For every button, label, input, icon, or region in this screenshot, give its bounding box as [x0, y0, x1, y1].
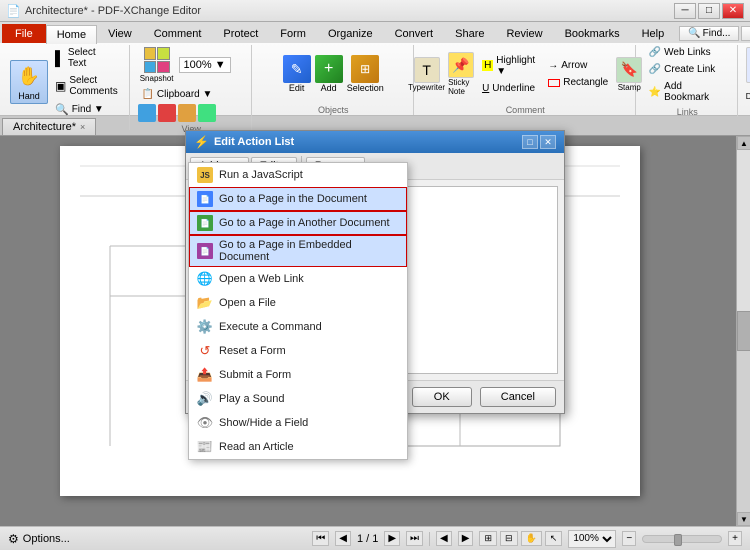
zoom-plus-button[interactable]: +: [728, 531, 742, 546]
read-article-icon: 📰: [197, 439, 213, 455]
page-another-icon: 📄: [197, 215, 213, 231]
menu-item-read-article-label: Read an Article: [219, 441, 294, 453]
dialog-title-left: ⚡ Edit Action List: [194, 135, 294, 149]
menu-item-open-file[interactable]: 📂 Open a File: [189, 291, 407, 315]
nav-buttons: ⊞ ⊟ ✋ ↖: [479, 531, 562, 546]
fit-page-button[interactable]: ⊟: [500, 531, 518, 546]
next-page-button[interactable]: ▶: [384, 531, 400, 546]
options-icon: ⚙: [8, 532, 19, 546]
dialog-controls: □ ✕: [522, 135, 556, 149]
submit-form-icon: 📤: [197, 367, 213, 383]
fit-width-button[interactable]: ⊞: [479, 531, 497, 546]
web-link-icon: 🌐: [197, 271, 213, 287]
reset-form-icon: ↺: [197, 343, 213, 359]
page-embedded-icon: 📄: [197, 243, 213, 259]
execute-cmd-icon: ⚙️: [197, 319, 213, 335]
menu-item-read-article[interactable]: 📰 Read an Article: [189, 435, 407, 459]
menu-item-open-web-link[interactable]: 🌐 Open a Web Link: [189, 267, 407, 291]
dialog-overlay: ⚡ Edit Action List □ ✕ Add... Edit... Re…: [0, 0, 750, 516]
menu-item-reset-form-label: Reset a Form: [219, 345, 286, 357]
menu-item-submit-form-label: Submit a Form: [219, 369, 291, 381]
menu-item-show-hide-field[interactable]: 👁 Show/Hide a Field: [189, 411, 407, 435]
zoom-in-button[interactable]: ▶: [458, 531, 474, 546]
status-separator: [429, 532, 430, 546]
dialog-maximize-button[interactable]: □: [522, 135, 538, 149]
menu-item-go-to-page-embedded-label: Go to a Page in Embedded Document: [219, 239, 399, 263]
open-file-icon: 📂: [197, 295, 213, 311]
menu-item-go-to-page-embedded[interactable]: 📄 Go to a Page in Embedded Document: [189, 235, 407, 267]
last-page-button[interactable]: ⏭: [406, 531, 423, 546]
first-page-button[interactable]: ⏮: [312, 531, 329, 546]
menu-item-show-hide-field-label: Show/Hide a Field: [219, 417, 308, 429]
zoom-out-button[interactable]: ◀: [436, 531, 452, 546]
menu-item-open-web-link-label: Open a Web Link: [219, 273, 304, 285]
dropdown-menu: JS Run a JavaScript 📄 Go to a Page in th…: [188, 162, 408, 460]
menu-item-submit-form[interactable]: 📤 Submit a Form: [189, 363, 407, 387]
zoom-slider[interactable]: [642, 535, 722, 543]
menu-item-go-to-page-label: Go to a Page in the Document: [219, 193, 367, 205]
show-hide-field-icon: 👁: [197, 415, 213, 431]
menu-item-play-sound-label: Play a Sound: [219, 393, 284, 405]
menu-item-play-sound[interactable]: 🔊 Play a Sound: [189, 387, 407, 411]
cancel-button[interactable]: Cancel: [480, 387, 556, 407]
dialog-title-text: Edit Action List: [214, 136, 294, 148]
zoom-slider-thumb[interactable]: [674, 534, 682, 546]
menu-item-go-to-page-another[interactable]: 📄 Go to a Page in Another Document: [189, 211, 407, 235]
dialog-titlebar: ⚡ Edit Action List □ ✕: [186, 131, 564, 153]
play-sound-icon: 🔊: [197, 391, 213, 407]
hand-button-status[interactable]: ✋: [521, 531, 542, 546]
prev-page-button[interactable]: ◀: [335, 531, 351, 546]
dialog-close-button[interactable]: ✕: [540, 135, 556, 149]
menu-item-go-to-page[interactable]: 📄 Go to a Page in the Document: [189, 187, 407, 211]
menu-item-execute-command[interactable]: ⚙️ Execute a Command: [189, 315, 407, 339]
zoom-select-status[interactable]: 100%: [568, 530, 616, 548]
ok-button[interactable]: OK: [412, 387, 472, 407]
page-info: 1 / 1: [357, 533, 378, 545]
page-icon: 📄: [197, 191, 213, 207]
menu-item-execute-command-label: Execute a Command: [219, 321, 322, 333]
zoom-minus-button[interactable]: −: [622, 531, 636, 546]
cursor-button-status[interactable]: ↖: [545, 531, 563, 546]
menu-item-open-file-label: Open a File: [219, 297, 276, 309]
menu-item-run-javascript-label: Run a JavaScript: [219, 169, 303, 181]
status-bar: ⚙ Options... ⏮ ◀ 1 / 1 ▶ ⏭ ◀ ▶ ⊞ ⊟ ✋ ↖ 1…: [0, 526, 750, 550]
menu-item-go-to-page-another-label: Go to a Page in Another Document: [219, 217, 390, 229]
menu-item-run-javascript[interactable]: JS Run a JavaScript: [189, 163, 407, 187]
dialog-title-icon: ⚡: [194, 135, 209, 149]
js-icon: JS: [197, 167, 213, 183]
options-button[interactable]: Options...: [23, 533, 70, 545]
menu-item-reset-form[interactable]: ↺ Reset a Form: [189, 339, 407, 363]
